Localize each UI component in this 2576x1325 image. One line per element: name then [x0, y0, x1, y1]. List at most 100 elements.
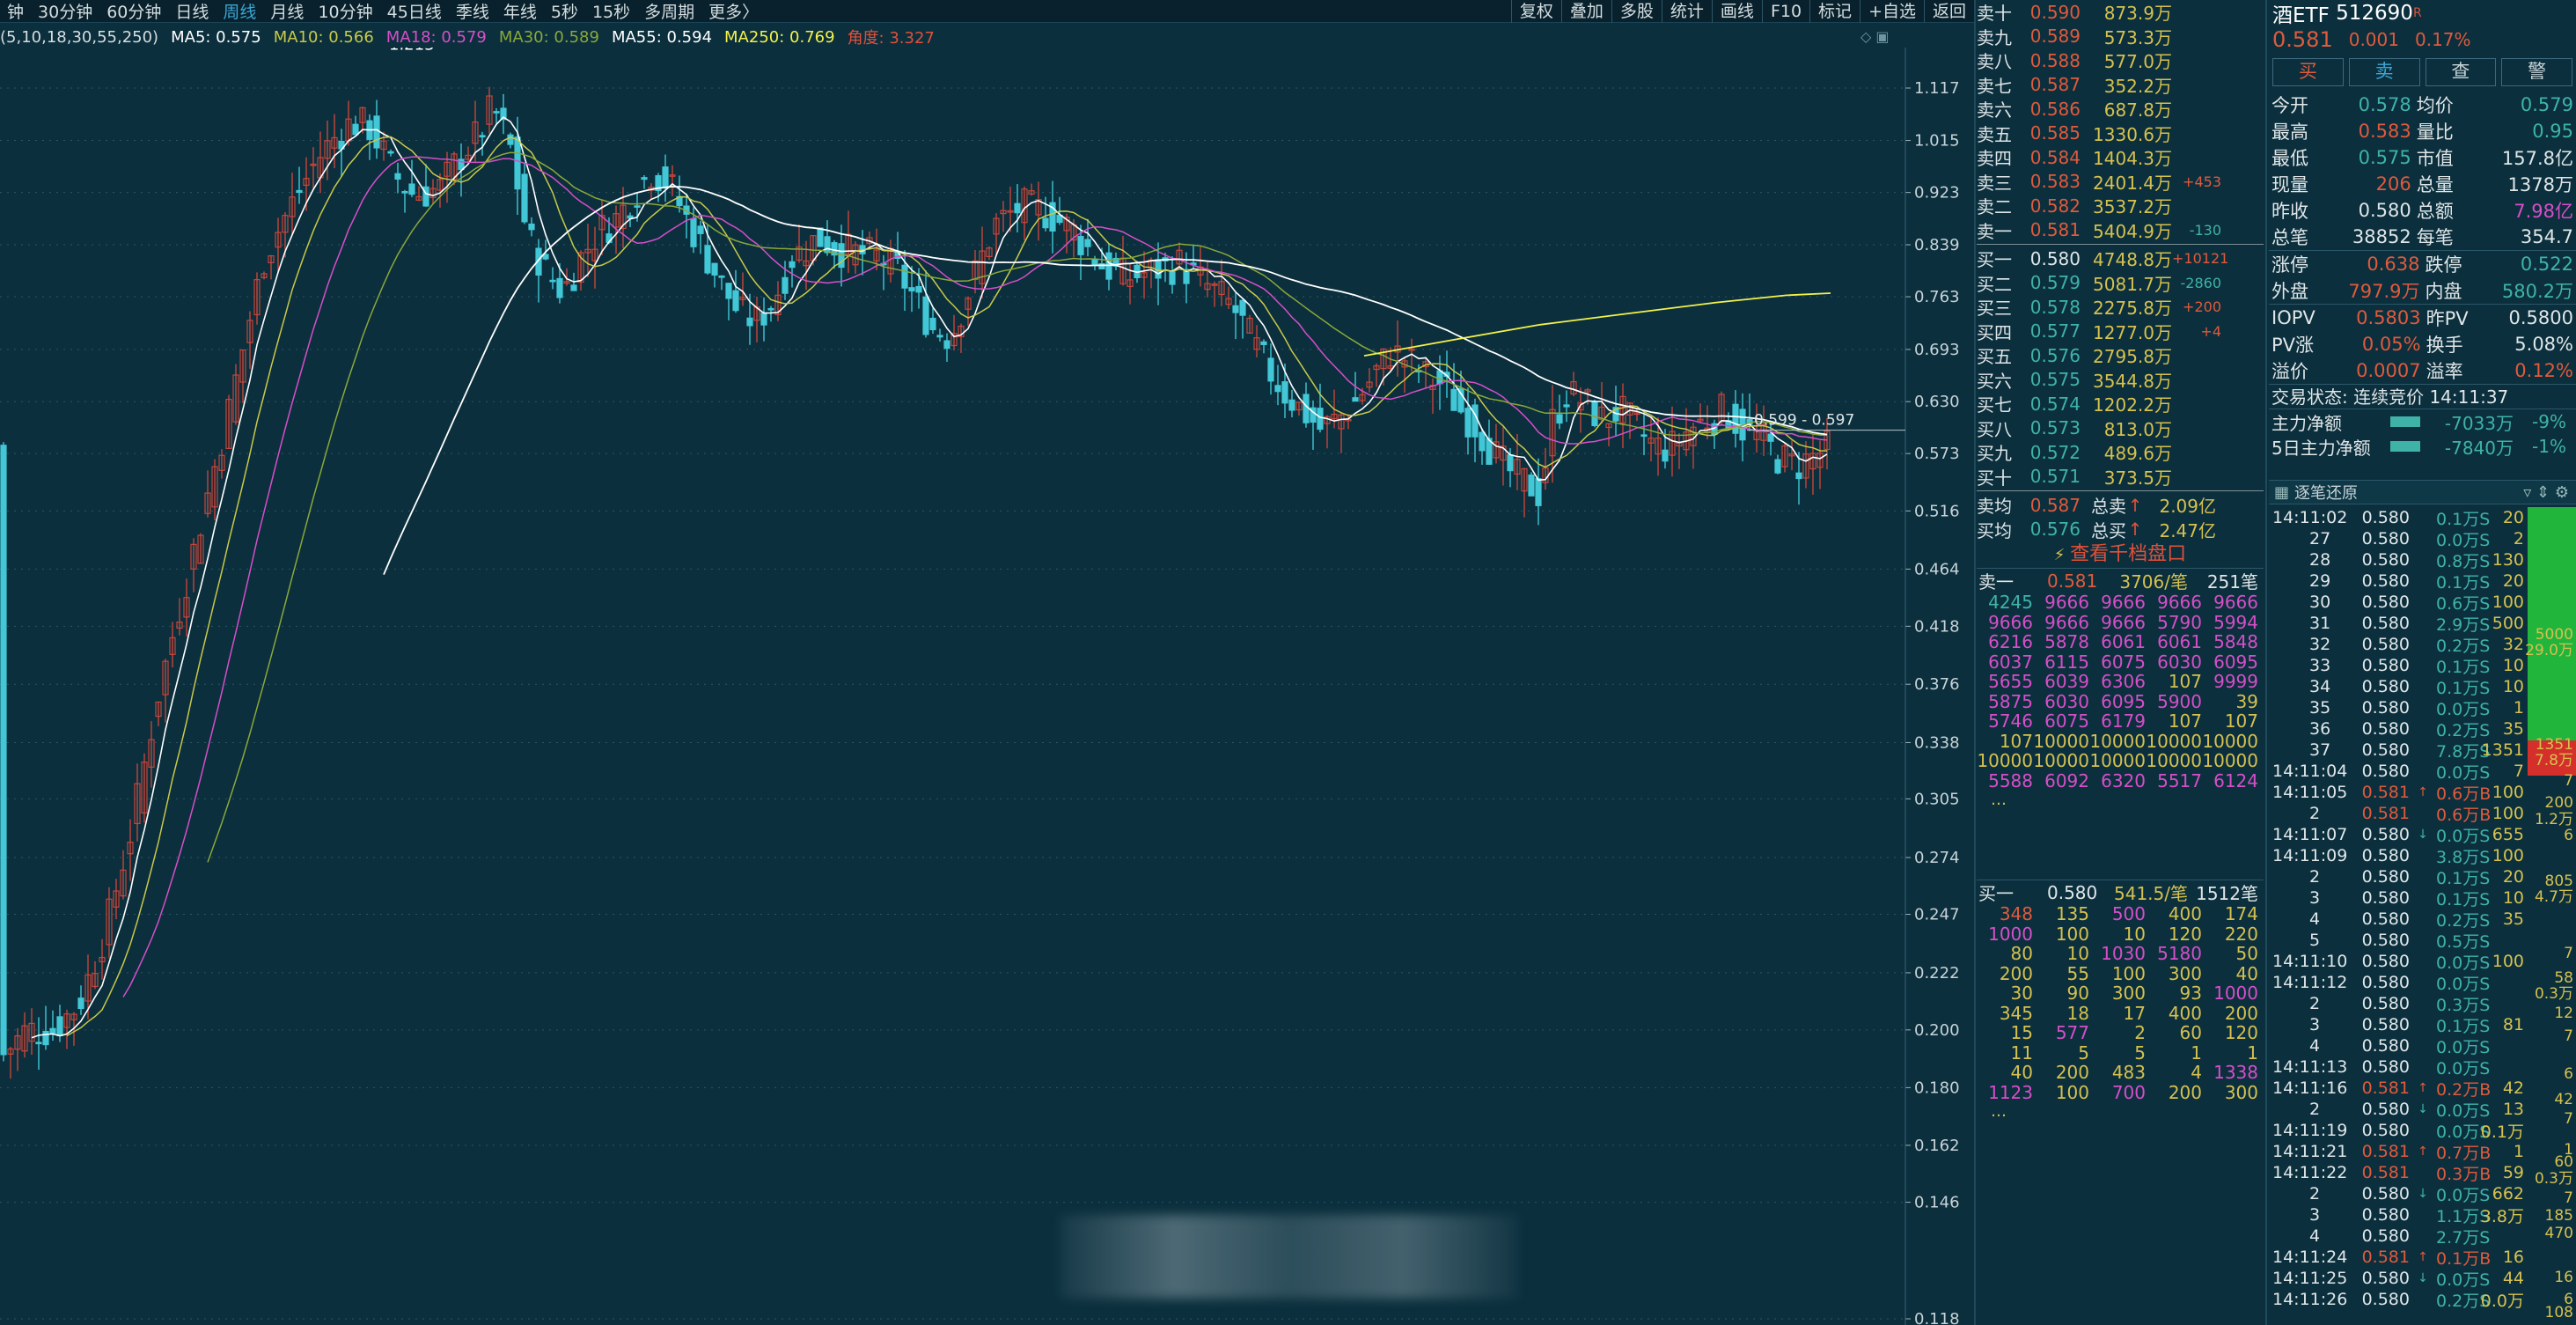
sell-level[interactable]: 卖二 0.582 3537.2万 — [1977, 194, 2264, 218]
stat-row: 现量 206 总量 1378万 — [2269, 171, 2576, 197]
candle — [549, 267, 556, 290]
tick-price: 0.581 — [2361, 1248, 2410, 1267]
trade-button[interactable]: 卖 — [2348, 58, 2420, 86]
tool-button[interactable]: 标记 — [1809, 0, 1860, 23]
candle — [1310, 400, 1317, 450]
tick-count: 10 — [2502, 656, 2524, 675]
queue-cell: 5875 — [1988, 690, 2033, 712]
sell-level[interactable]: 卖一 0.581 5404.9万 -130 — [1977, 218, 2264, 243]
period-tab[interactable]: 月线 — [263, 0, 311, 23]
queue-cell: 107 — [2168, 671, 2202, 692]
y-tick-label: 0.516 — [1914, 502, 1960, 520]
tick-count: 1 — [2513, 1142, 2524, 1161]
tick-count: 32 — [2502, 635, 2524, 654]
tool-button[interactable]: 复权 — [1510, 0, 1561, 23]
tick-count: 42 — [2502, 1078, 2524, 1098]
bar-label: 58 — [2554, 969, 2573, 987]
queue-cell: 300 — [2168, 962, 2202, 984]
queue-cell: 2 — [2134, 1022, 2146, 1043]
period-tab[interactable]: 60分钟 — [99, 0, 168, 23]
buy-level[interactable]: 买二 0.579 5081.7万 -2860 — [1977, 271, 2264, 296]
stat-row: 溢价 0.0007 溢率 0.12% — [2269, 357, 2576, 384]
y-tick-label: 0.630 — [1914, 393, 1960, 411]
period-tab[interactable]: 季线 — [449, 0, 496, 23]
period-tab[interactable]: 钟 — [0, 0, 31, 23]
period-tab[interactable]: 日线 — [168, 0, 216, 23]
buy-level[interactable]: 买八 0.573 813.0万 — [1977, 416, 2264, 441]
buy-level[interactable]: 买六 0.575 3544.8万 — [1977, 368, 2264, 393]
period-tab[interactable]: 15秒 — [585, 0, 637, 23]
stat-label: 涨停 — [2271, 254, 2308, 276]
tick-price: 0.580 — [2361, 719, 2410, 739]
stat-value: 0.638 — [2367, 254, 2420, 275]
kline-chart[interactable]: 1.117 1.015 0.923 0.839 0.763 0.693 0.630 0.573… — [0, 48, 1971, 1325]
sell-level[interactable]: 卖十 0.590 873.9万 — [1977, 0, 2264, 25]
tool-button[interactable]: F10 — [1761, 0, 1809, 23]
tool-button[interactable]: 多股 — [1611, 0, 1662, 23]
tick-count: 100 — [2492, 846, 2524, 865]
tick-row: 14:11:26 0.580 0.2万S 0.0万 — [2269, 1289, 2524, 1311]
sell-level[interactable]: 卖四 0.584 1404.3万 — [1977, 145, 2264, 170]
y-tick-label: 0.338 — [1914, 733, 1960, 752]
trade-button[interactable]: 买 — [2272, 58, 2344, 86]
sell-level[interactable]: 卖九 0.589 573.3万 — [1977, 25, 2264, 49]
chart-corner-icons[interactable]: ◇ ▣ — [1860, 28, 1890, 45]
stat-label: 最高 — [2271, 121, 2308, 143]
queue-count: 251笔 — [2206, 571, 2258, 593]
candle — [1366, 368, 1373, 393]
high-label: 1.213 — [389, 48, 435, 55]
tool-button[interactable]: 返回 — [1923, 0, 1974, 23]
tool-button[interactable]: +自选 — [1860, 0, 1924, 23]
buy-level[interactable]: 买一 0.580 4748.8万 +10121 — [1977, 247, 2264, 271]
buy-level[interactable]: 买九 0.572 489.6万 — [1977, 440, 2264, 465]
buy-level[interactable]: 买七 0.574 1202.2万 — [1977, 392, 2264, 416]
buy-level[interactable]: 买十 0.571 373.5万 — [1977, 465, 2264, 490]
bar-label: 42 — [2554, 1091, 2573, 1108]
candle — [239, 349, 246, 403]
buy-level[interactable]: 买三 0.578 2275.8万 +200 — [1977, 295, 2264, 320]
y-tick-label: 0.573 — [1914, 445, 1960, 463]
period-tab[interactable]: 年线 — [496, 0, 544, 23]
tick-time: 32 — [2309, 635, 2331, 654]
candle — [1274, 364, 1281, 406]
level-volume: 3537.2万 — [2093, 196, 2172, 218]
tool-button[interactable]: 画线 — [1711, 0, 1762, 23]
tick-menu-icon[interactable]: ▦ — [2274, 483, 2289, 502]
sell-level[interactable]: 卖五 0.585 1330.6万 — [1977, 121, 2264, 146]
tool-button[interactable]: 统计 — [1661, 0, 1712, 23]
sell-level[interactable]: 卖六 0.586 687.8万 — [1977, 97, 2264, 121]
buy-level[interactable]: 买五 0.576 2795.8万 — [1977, 343, 2264, 368]
ma-legend-item: MA250: 0.769 — [724, 27, 835, 47]
queue-cell: 9999 — [2213, 671, 2258, 692]
period-tab[interactable]: 45日线 — [380, 0, 449, 23]
tick-time: 28 — [2309, 550, 2331, 570]
level-price: 0.582 — [2029, 195, 2081, 217]
candle — [894, 232, 901, 264]
trade-button[interactable]: 警 — [2501, 58, 2572, 86]
queue-cell: 577 — [2055, 1022, 2089, 1043]
sell-level[interactable]: 卖八 0.588 577.0万 — [1977, 48, 2264, 73]
stat-value: 206 — [2375, 173, 2411, 195]
depth-link[interactable]: ⚡ 查看千档盘口 — [1977, 541, 2264, 568]
sell-level[interactable]: 卖三 0.583 2401.4万 +453 — [1977, 170, 2264, 195]
bar-label: 7.8万 — [2535, 752, 2573, 769]
sell-level[interactable]: 卖七 0.587 352.2万 — [1977, 73, 2264, 98]
candle — [535, 239, 542, 303]
period-tab[interactable]: 10分钟 — [311, 0, 379, 23]
trade-button[interactable]: 查 — [2425, 58, 2497, 86]
period-tab[interactable]: 多周期 — [637, 0, 701, 23]
total-buy-label: 总买 — [2091, 519, 2126, 541]
tool-button[interactable]: 叠加 — [1560, 0, 1611, 23]
tick-header[interactable]: ▦ 逐笔还原 ▿ ⇕ ⚙ — [2269, 480, 2576, 504]
tick-time: 14:11:04 — [2272, 762, 2348, 781]
period-tab[interactable]: 5秒 — [544, 0, 585, 23]
queue-cell: 6075 — [2044, 710, 2089, 732]
buy-level[interactable]: 买四 0.577 1277.0万 +4 — [1977, 320, 2264, 344]
tick-volume: 0.6万B — [2436, 784, 2492, 804]
period-tab[interactable]: 30分钟 — [31, 0, 99, 23]
tick-list[interactable]: 14:11:02 0.580 0.1万S 20 27 0.580 0.0万S 2 28 0.580… — [2269, 507, 2524, 1311]
period-tab[interactable]: 更多〉 — [701, 0, 766, 23]
period-tab[interactable]: 周线 — [216, 0, 263, 23]
tick-controls-icon[interactable]: ▿ ⇕ ⚙ — [2523, 483, 2569, 502]
tick-volume: 0.1万B — [2436, 1248, 2492, 1269]
